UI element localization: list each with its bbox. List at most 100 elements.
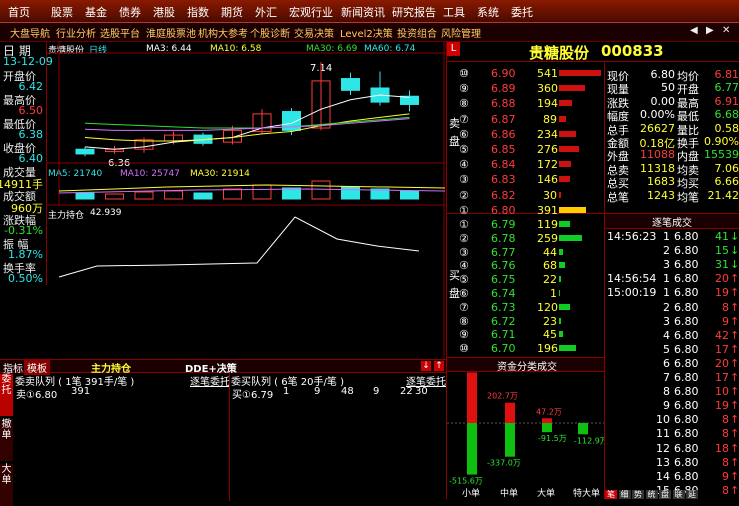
sell-price: 6.83	[491, 173, 516, 186]
toolbar-item-0[interactable]: 大盘导航	[10, 25, 50, 40]
sell-level-9: ⑨	[459, 82, 469, 95]
menu-10[interactable]: 研究报告	[392, 4, 436, 20]
tick-direction: ↑	[730, 470, 739, 483]
menu-3[interactable]: 债券	[119, 4, 141, 20]
tick-price: 6.80	[674, 272, 699, 285]
sell-volume-bar	[559, 207, 586, 213]
stat-value: 26627	[635, 122, 675, 135]
menu-5[interactable]: 指数	[187, 4, 209, 20]
quote-stock-code: 000833	[601, 42, 664, 60]
tick-price: 6.80	[674, 371, 699, 384]
buy-volume-bar	[559, 331, 563, 337]
inflow-label: 202.7万	[487, 392, 518, 401]
sell-queue-price: 卖①6.80	[16, 386, 57, 401]
outflow-label: -91.5万	[538, 434, 567, 443]
menu-9[interactable]: 新闻资讯	[341, 4, 385, 20]
menu-4[interactable]: 港股	[153, 4, 175, 20]
tick-seq: 1	[652, 286, 670, 299]
close-icon[interactable]: ✕	[722, 25, 730, 36]
sell-queue-header: 委卖队列 ( 1笔 391手/笔 ) 逐笔委托	[14, 373, 229, 385]
level2-badge[interactable]: L	[447, 42, 460, 56]
tick-price: 6.80	[674, 385, 699, 398]
sell-volume-bar	[559, 116, 566, 122]
detail-tab-0[interactable]: 笔	[605, 490, 617, 499]
sell-level-6: ⑥	[459, 128, 469, 141]
volume-bar	[253, 185, 271, 199]
kline-chart-area[interactable]: 贵糖股份 日线 MA3: 6.44 MA10: 6.58 MA30: 6.69 …	[47, 41, 445, 359]
tick-direction: ↑	[730, 442, 739, 455]
sell-queue-link[interactable]: 逐笔委托	[190, 373, 230, 388]
buy-level-1: ①	[459, 218, 469, 231]
date-value: 13-12-09	[3, 55, 53, 68]
sell-level-8: ⑧	[459, 97, 469, 110]
sell-price: 6.85	[491, 143, 516, 156]
menu-6[interactable]: 期货	[221, 4, 243, 20]
arrow-down-icon[interactable]: ↓	[421, 361, 431, 371]
menu-13[interactable]: 委托	[511, 4, 533, 20]
tick-seq: 3	[652, 315, 670, 328]
stat-value: 6.80	[635, 68, 675, 81]
toolbar-item-3[interactable]: 淮庭股票池	[146, 25, 196, 40]
back-icon[interactable]: ◀	[690, 25, 698, 36]
forward-icon[interactable]: ▶	[706, 25, 714, 36]
tick-volume: 20	[709, 357, 729, 370]
buy-level-8: ⑧	[459, 315, 469, 328]
sell-volume: 541	[537, 67, 557, 80]
outflow-label: -337.0万	[487, 459, 521, 468]
buy-volume: 23	[537, 315, 557, 328]
tick-direction: ↓	[730, 230, 739, 243]
tick-seq: 4	[652, 329, 670, 342]
menu-8[interactable]: 宏观行业	[289, 4, 333, 20]
detail-tab-3[interactable]: 统	[646, 490, 658, 499]
tick-seq: 7	[652, 371, 670, 384]
menu-12[interactable]: 系统	[477, 4, 499, 20]
toolbar-item-6[interactable]: 交易决策	[294, 25, 334, 40]
menu-1[interactable]: 股票	[51, 4, 73, 20]
stat-value: 0.90%	[702, 135, 739, 148]
tick-price: 6.80	[674, 442, 699, 455]
detail-tab-4[interactable]: 盘	[659, 490, 671, 499]
buy-price: 6.77	[491, 246, 516, 259]
tick-direction: ↑	[730, 385, 739, 398]
sell-volume: 172	[537, 158, 557, 171]
toolbar-item-2[interactable]: 选股平台	[100, 25, 140, 40]
ma-line-1	[85, 114, 410, 141]
volume-bar	[106, 194, 124, 199]
turnover-value: 0.50%	[8, 272, 43, 285]
inflow-label: 47.2万	[536, 407, 562, 416]
tick-seq: 1	[652, 272, 670, 285]
divider	[229, 373, 230, 501]
sell-volume-bar	[559, 192, 561, 198]
detail-tab-1[interactable]: 细	[619, 490, 631, 499]
tick-price: 6.80	[674, 286, 699, 299]
toolbar-item-5[interactable]: 个股诊断	[250, 25, 290, 40]
arrow-up-icon[interactable]: ↑	[434, 361, 444, 371]
buy-volume-bar	[559, 221, 570, 227]
stat-value: 11088	[635, 148, 675, 161]
tick-volume: 20	[709, 272, 729, 285]
buy-price: 6.76	[491, 259, 516, 272]
detail-tab-6[interactable]: 延	[686, 490, 698, 499]
detail-tab-5[interactable]: 联	[673, 490, 685, 499]
toolbar-item-1[interactable]: 行业分析	[56, 25, 96, 40]
quote-panel: L 贵糖股份 000833 卖盘 买盘 ⑩6.90541⑨6.89360⑧6.8…	[446, 41, 739, 499]
side-tab-0[interactable]: 委托	[0, 374, 13, 416]
menu-0[interactable]: 首页	[8, 4, 30, 20]
toolbar-item-9[interactable]: 风险管理	[441, 25, 481, 40]
volume-bar	[135, 192, 153, 199]
tick-price: 6.80	[674, 343, 699, 356]
detail-tab-2[interactable]: 势	[632, 490, 644, 499]
menu-7[interactable]: 外汇	[255, 4, 277, 20]
category-label: 大单	[537, 487, 555, 499]
toolbar-item-8[interactable]: 投资组合	[397, 25, 437, 40]
toolbar-item-4[interactable]: 机构大参考	[198, 25, 248, 40]
menu-2[interactable]: 基金	[85, 4, 107, 20]
tick-direction: ↑	[730, 413, 739, 426]
sell-volume: 89	[537, 113, 557, 126]
stat-value: 6.66	[702, 175, 739, 188]
sell-price: 6.84	[491, 158, 516, 171]
toolbar-item-7[interactable]: Level2决策	[340, 25, 393, 40]
side-tab-1[interactable]: 撤单	[0, 419, 13, 461]
menu-11[interactable]: 工具	[443, 4, 465, 20]
buy-queue-volume: 1	[283, 386, 289, 397]
